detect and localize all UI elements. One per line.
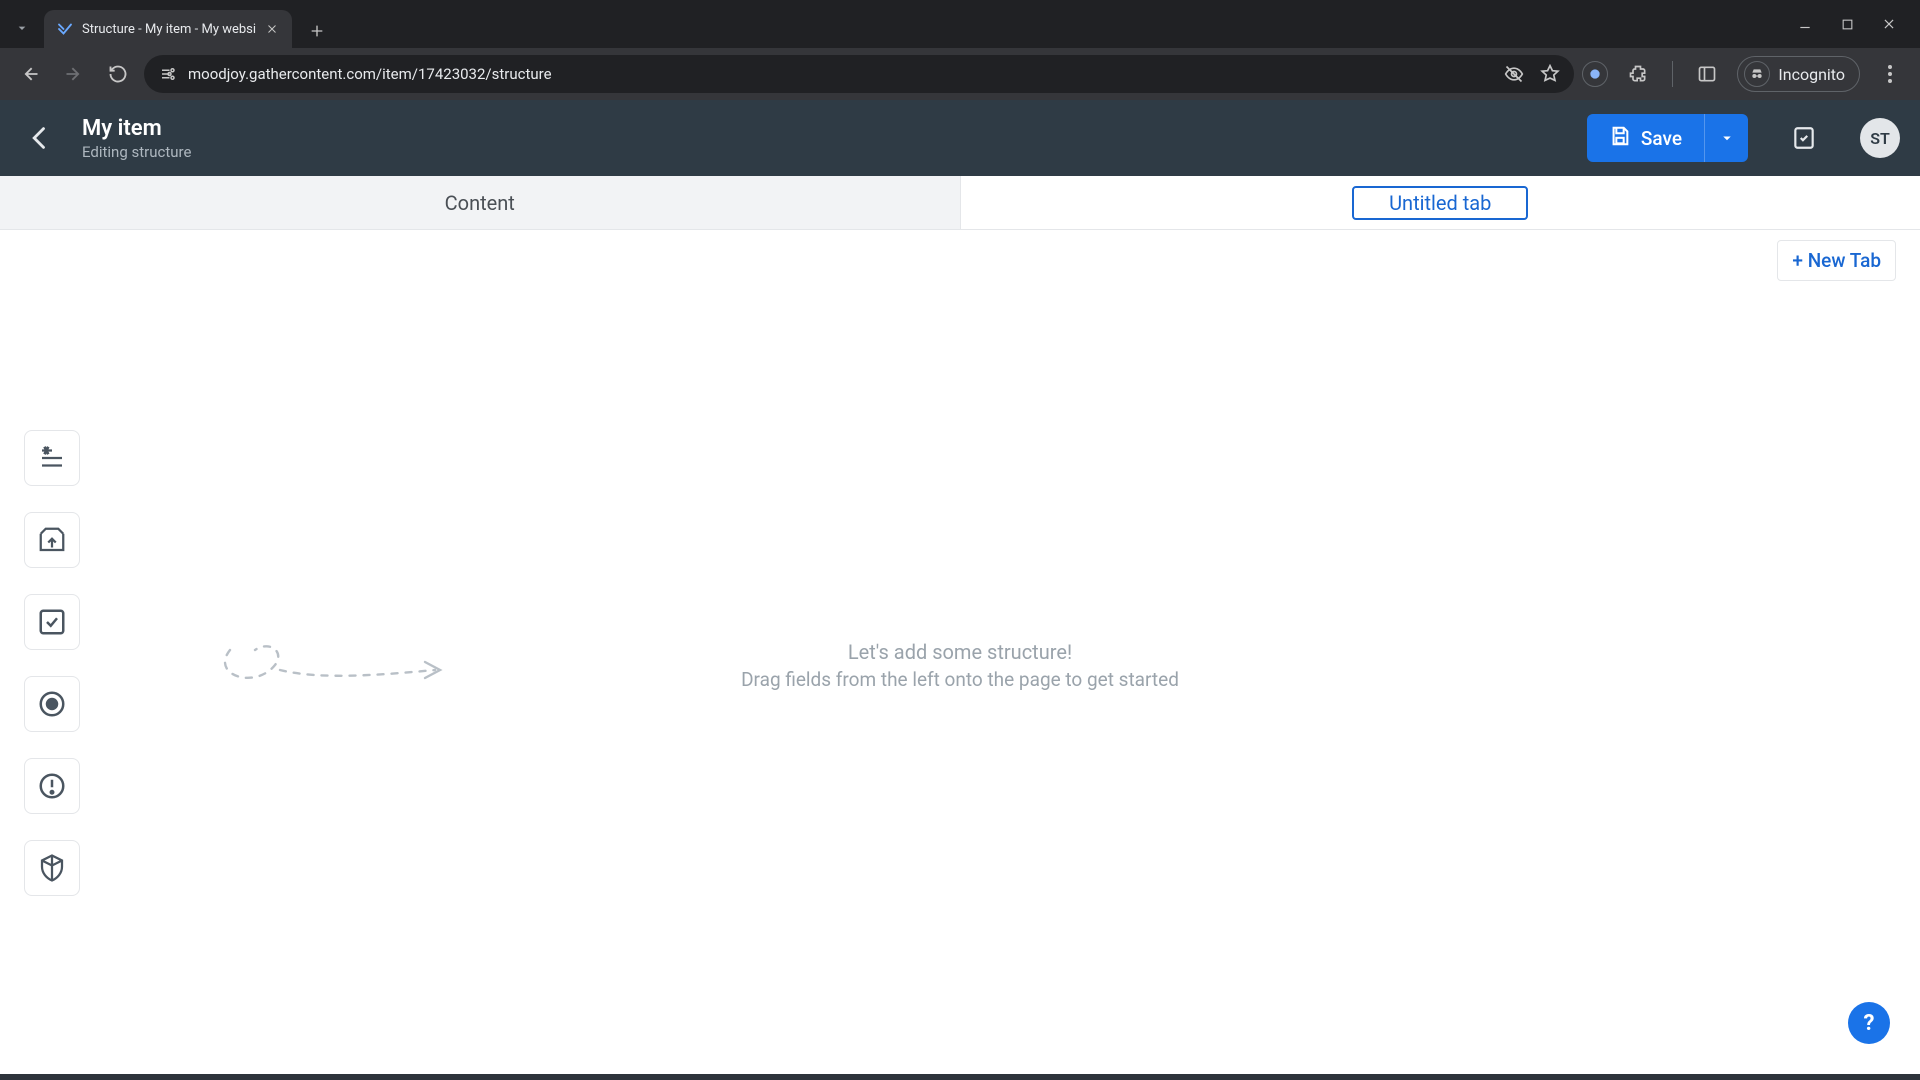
browser-tab[interactable]: Structure - My item - My websi <box>44 10 292 48</box>
eye-off-icon[interactable] <box>1504 64 1524 84</box>
empty-state: Let's add some structure! Drag fields fr… <box>741 640 1179 691</box>
window-close-button[interactable] <box>1880 15 1898 33</box>
avatar-initials: ST <box>1870 129 1890 148</box>
help-button[interactable]: ? <box>1848 1002 1890 1044</box>
page-title: My item <box>82 116 191 141</box>
url-text: moodjoy.gathercontent.com/item/17423032/… <box>188 65 1494 83</box>
favicon-icon <box>56 20 74 38</box>
checkbox-field-icon[interactable] <box>24 594 80 650</box>
tab-name-input[interactable] <box>1352 186 1528 220</box>
radio-field-icon[interactable] <box>24 676 80 732</box>
new-tab-label: + New Tab <box>1792 249 1881 272</box>
tab-search-button[interactable] <box>0 8 44 48</box>
save-dropdown-button[interactable] <box>1704 114 1748 162</box>
extensions-icon[interactable] <box>1620 56 1656 92</box>
incognito-icon <box>1744 61 1770 87</box>
save-label: Save <box>1641 127 1682 150</box>
window-minimize-button[interactable] <box>1796 15 1814 33</box>
empty-title: Let's add some structure! <box>741 640 1179 664</box>
tab-content[interactable]: Content <box>0 176 961 229</box>
profile-badge[interactable] <box>1582 61 1608 87</box>
side-panel-icon[interactable] <box>1689 56 1725 92</box>
structure-tabs: Content <box>0 176 1920 230</box>
browser-toolbar: moodjoy.gathercontent.com/item/17423032/… <box>0 48 1920 100</box>
new-browser-tab-button[interactable] <box>300 14 334 48</box>
browser-tab-title: Structure - My item - My websi <box>82 22 256 37</box>
text-field-icon[interactable] <box>24 430 80 486</box>
save-button[interactable]: Save <box>1587 114 1704 162</box>
back-button[interactable] <box>20 118 60 158</box>
site-settings-icon[interactable] <box>158 64 178 84</box>
tasks-icon[interactable] <box>1784 118 1824 158</box>
field-tool-rail <box>24 430 80 896</box>
nav-reload-button[interactable] <box>100 56 136 92</box>
nav-back-button[interactable] <box>12 56 48 92</box>
browser-titlebar: Structure - My item - My websi <box>0 0 1920 48</box>
page-subtitle: Editing structure <box>82 143 191 161</box>
hint-arrow-icon <box>200 620 460 704</box>
new-tab-button[interactable]: + New Tab <box>1777 240 1896 281</box>
app-header: My item Editing structure Save ST <box>0 100 1920 176</box>
empty-subtitle: Drag fields from the left onto the page … <box>741 668 1179 691</box>
user-avatar[interactable]: ST <box>1860 118 1900 158</box>
nav-forward-button[interactable] <box>56 56 92 92</box>
os-taskbar <box>0 1074 1920 1080</box>
window-maximize-button[interactable] <box>1838 15 1856 33</box>
browser-menu-button[interactable] <box>1872 65 1908 83</box>
tab-label: Content <box>445 191 515 215</box>
save-icon <box>1609 125 1631 152</box>
guideline-field-icon[interactable] <box>24 758 80 814</box>
tab-close-icon[interactable] <box>264 21 280 37</box>
tab-untitled[interactable] <box>961 176 1920 229</box>
incognito-chip[interactable]: Incognito <box>1737 56 1860 92</box>
help-icon: ? <box>1864 1011 1875 1036</box>
incognito-label: Incognito <box>1778 65 1845 84</box>
bookmark-star-icon[interactable] <box>1540 64 1560 84</box>
component-field-icon[interactable] <box>24 840 80 896</box>
attachment-field-icon[interactable] <box>24 512 80 568</box>
address-bar[interactable]: moodjoy.gathercontent.com/item/17423032/… <box>144 55 1574 93</box>
